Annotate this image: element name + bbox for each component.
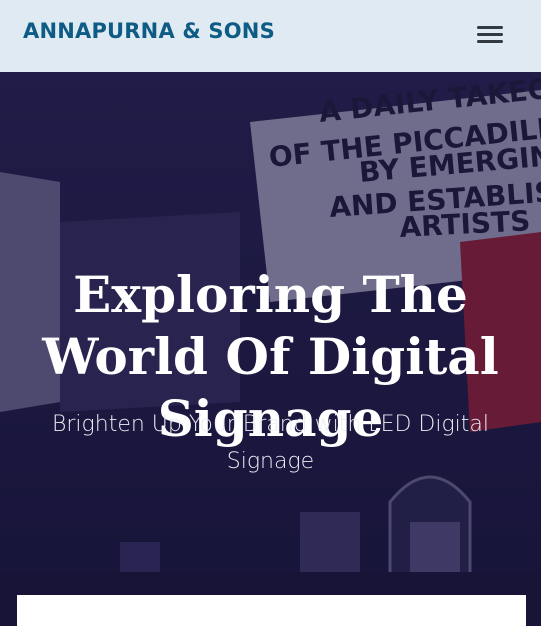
hero-section: A DAILY TAKEOVER OF THE PICCADILLY BY EM…: [0, 72, 541, 626]
hero-subtitle: Brighten Up Your Brand with LED Digital …: [51, 412, 489, 474]
site-header: ANNAPURNA & SONS: [0, 0, 541, 72]
brand-logo[interactable]: ANNAPURNA & SONS: [23, 19, 275, 43]
content-card: [17, 595, 526, 626]
menu-bar: [477, 26, 503, 29]
menu-bar: [477, 33, 503, 36]
menu-bar: [477, 40, 503, 43]
hamburger-menu-icon[interactable]: [470, 20, 510, 50]
